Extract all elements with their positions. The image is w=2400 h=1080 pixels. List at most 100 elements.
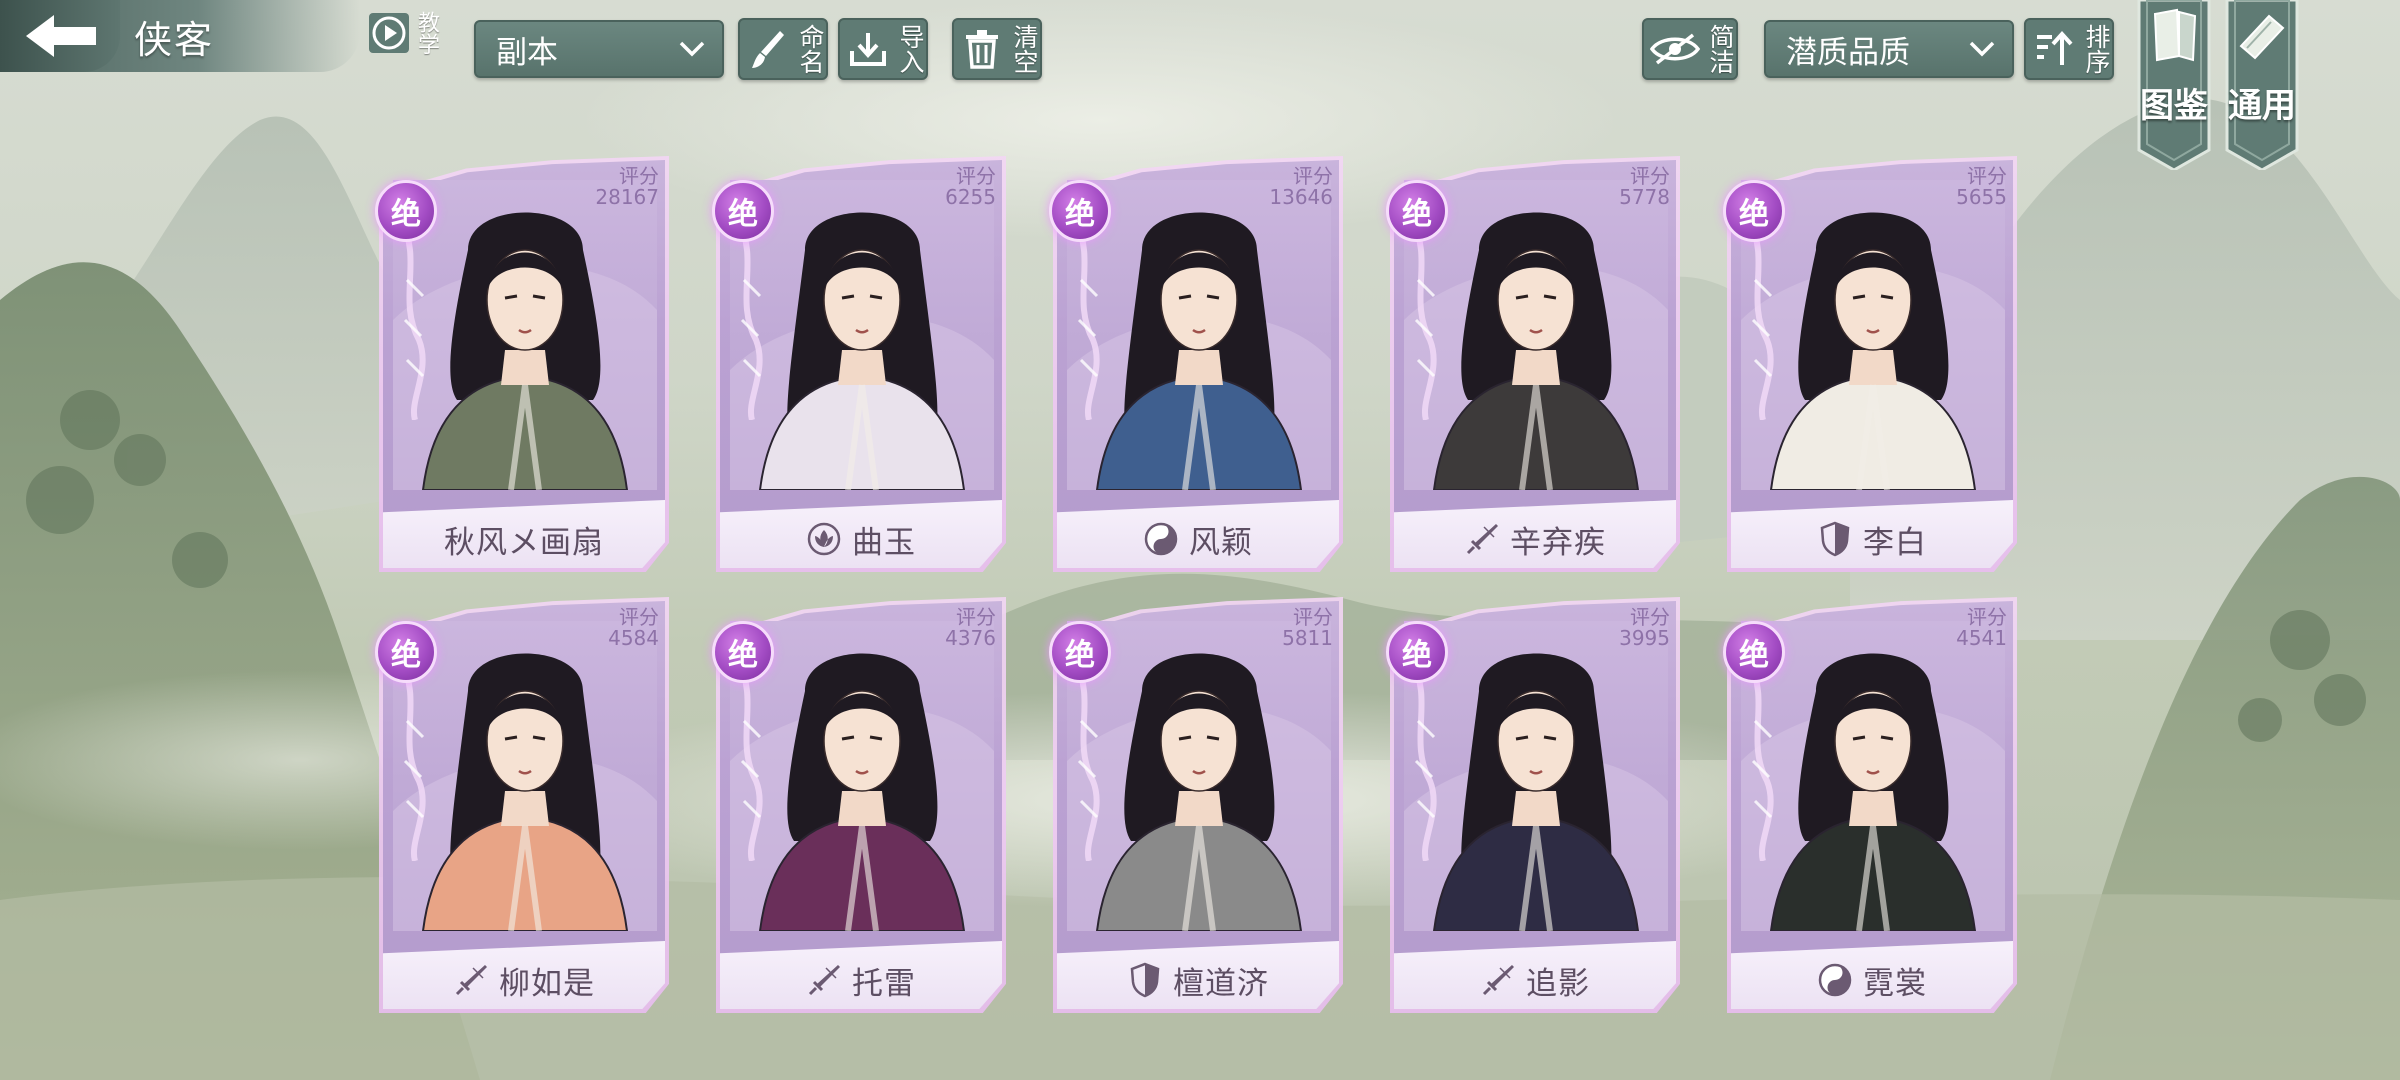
lotus-icon [806, 521, 842, 557]
hero-card-1[interactable]: 评分 28167 绝 秋风メ画扇 [375, 156, 673, 572]
top-bar: 侠客 教学 副本 命名 导入 清空 简洁 潜质品质 排序 图鉴 通用 [0, 0, 2400, 170]
hero-card-2[interactable]: 评分 6255 绝 曲玉 [712, 156, 1010, 572]
simple-view-toggle[interactable]: 简洁 [1642, 18, 1738, 80]
rename-label: 命名 [796, 24, 825, 74]
score-value: 5655 [1956, 185, 2007, 209]
rank-badge: 绝 [375, 180, 437, 242]
rank-badge: 绝 [1723, 621, 1785, 683]
sort-order-button[interactable]: 排序 [2024, 18, 2114, 80]
score-label: 评分 [956, 164, 996, 188]
codex-banner-button[interactable]: 图鉴 [2137, 0, 2211, 170]
order-label: 排序 [2082, 24, 2111, 74]
score-label: 评分 [619, 605, 659, 629]
scroll-icon [2239, 14, 2285, 60]
score-label: 评分 [619, 164, 659, 188]
download-icon [840, 20, 896, 78]
score-value: 5778 [1619, 185, 1670, 209]
eye-hidden-icon [1644, 20, 1706, 78]
rank-badge: 绝 [1723, 180, 1785, 242]
import-label: 导入 [896, 24, 925, 74]
hero-card-8[interactable]: 评分 5811 绝 檀道济 [1049, 597, 1347, 1013]
score-block: 评分 3995 [1619, 607, 1670, 649]
rank-ribbon [735, 661, 763, 861]
rank-badge: 绝 [1386, 621, 1448, 683]
rank-badge: 绝 [1049, 621, 1111, 683]
score-value: 6255 [945, 185, 996, 209]
score-block: 评分 4541 [1956, 607, 2007, 649]
simple-label: 简洁 [1706, 24, 1735, 74]
sword-icon [806, 962, 842, 998]
sort-select[interactable]: 潜质品质 [1764, 20, 2014, 78]
rank-ribbon [1746, 661, 1774, 861]
score-label: 评分 [1967, 164, 2007, 188]
rank-ribbon [398, 661, 426, 861]
back-button[interactable]: 侠客 [0, 0, 360, 72]
book-icon [2153, 8, 2197, 62]
score-value: 4541 [1956, 626, 2007, 650]
hero-card-7[interactable]: 评分 4376 绝 托雷 [712, 597, 1010, 1013]
hero-name: 柳如是 [499, 965, 595, 1002]
score-block: 评分 13646 [1269, 166, 1333, 208]
clear-label: 清空 [1010, 24, 1039, 74]
hero-card-10[interactable]: 评分 4541 绝 霓裳 [1723, 597, 2021, 1013]
general-label: 通用 [2228, 86, 2296, 126]
hero-card-6[interactable]: 评分 4584 绝 柳如是 [375, 597, 673, 1013]
hero-name: 曲玉 [852, 524, 916, 561]
rank-ribbon [1746, 220, 1774, 420]
back-arrow-icon [0, 0, 120, 72]
score-block: 评分 6255 [945, 166, 996, 208]
hero-name: 辛弃疾 [1510, 524, 1606, 561]
tutorial-label: 教学 [414, 11, 439, 55]
hero-card-4[interactable]: 评分 5778 绝 辛弃疾 [1386, 156, 1684, 572]
mode-select-value: 副本 [496, 34, 558, 71]
rank-badge: 绝 [712, 180, 774, 242]
shield-icon [1817, 521, 1853, 557]
score-value: 28167 [595, 185, 659, 209]
score-value: 3995 [1619, 626, 1670, 650]
rank-ribbon [1072, 220, 1100, 420]
rank-ribbon [1409, 661, 1437, 861]
rank-ribbon [1072, 661, 1100, 861]
score-block: 评分 28167 [595, 166, 659, 208]
score-block: 评分 4584 [608, 607, 659, 649]
sort-select-value: 潜质品质 [1786, 34, 1910, 71]
clear-button[interactable]: 清空 [952, 18, 1042, 80]
hero-card-3[interactable]: 评分 13646 绝 风颖 [1049, 156, 1347, 572]
score-value: 13646 [1269, 185, 1333, 209]
trash-icon [954, 20, 1010, 78]
sword-icon [1464, 521, 1500, 557]
codex-label: 图鉴 [2140, 86, 2208, 126]
hero-card-9[interactable]: 评分 3995 绝 追影 [1386, 597, 1684, 1013]
rank-badge: 绝 [375, 621, 437, 683]
hero-name: 檀道济 [1173, 965, 1269, 1002]
mode-select[interactable]: 副本 [474, 20, 724, 78]
score-label: 评分 [1967, 605, 2007, 629]
score-label: 评分 [1293, 164, 1333, 188]
rank-badge: 绝 [1386, 180, 1448, 242]
sort-ascending-icon [2026, 20, 2082, 78]
score-label: 评分 [1293, 605, 1333, 629]
rename-button[interactable]: 命名 [738, 18, 828, 80]
score-label: 评分 [1630, 605, 1670, 629]
page-title: 侠客 [134, 17, 215, 62]
sword-icon [453, 962, 489, 998]
hero-name: 李白 [1863, 524, 1927, 561]
taiji-icon [1143, 521, 1179, 557]
score-value: 4376 [945, 626, 996, 650]
general-banner-button[interactable]: 通用 [2225, 0, 2299, 170]
hero-name: 追影 [1526, 965, 1590, 1002]
hero-card-5[interactable]: 评分 5655 绝 李白 [1723, 156, 2021, 572]
tutorial-button[interactable]: 教学 [368, 2, 439, 64]
score-block: 评分 4376 [945, 607, 996, 649]
chevron-down-icon [1969, 41, 1995, 57]
play-icon [368, 4, 411, 62]
rank-ribbon [398, 220, 426, 420]
import-button[interactable]: 导入 [838, 18, 928, 80]
hero-name: 秋风メ画扇 [444, 524, 604, 561]
score-block: 评分 5778 [1619, 166, 1670, 208]
hero-name: 霓裳 [1863, 965, 1927, 1002]
sword-icon [1480, 962, 1516, 998]
score-value: 5811 [1282, 626, 1333, 650]
chevron-down-icon [679, 41, 705, 57]
rank-badge: 绝 [712, 621, 774, 683]
